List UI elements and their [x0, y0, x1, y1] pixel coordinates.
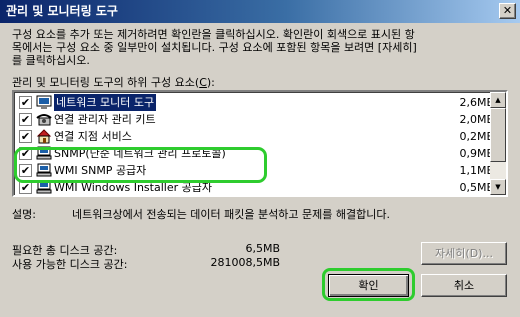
checkbox[interactable]: ✔ — [19, 96, 32, 109]
monitor-icon — [36, 95, 52, 109]
required-space-value: 6,5MB — [245, 242, 280, 255]
item-name: 연결 관리자 관리 키트 — [54, 113, 156, 126]
instructions-text: 구성 요소를 추가 또는 제거하려면 확인란을 클릭하십시오. 확인란이 회색으… — [12, 28, 417, 67]
description-text: 네트워크상에서 전송되는 데이터 패킷을 분석하고 문제를 해결합니다. — [72, 208, 390, 221]
available-space-label: 사용 가능한 디스크 공간: — [12, 258, 128, 271]
title-bar: 관리 및 모니터링 도구 ✕ — [0, 0, 520, 23]
house-icon — [36, 129, 52, 144]
checkbox[interactable]: ✔ — [19, 130, 32, 143]
item-size: 0,9MB — [459, 147, 494, 160]
subcomponents-label-prefix: 관리 및 모니터링 도구의 하위 구성 요소( — [12, 76, 200, 89]
list-scrollbar[interactable]: ▲ ▼ — [490, 92, 506, 195]
list-item[interactable]: ✔ 네트워크 모니터 도구 2,6MB — [16, 94, 494, 111]
cancel-button[interactable]: 취소 — [421, 274, 507, 297]
description-label: 설명: — [12, 208, 36, 221]
item-size: 1,1MB — [459, 164, 494, 177]
item-size: 2,0MB — [459, 113, 494, 126]
subcomponents-label: 관리 및 모니터링 도구의 하위 구성 요소(C): — [12, 74, 215, 90]
details-button[interactable]: 자세히(D)... — [421, 242, 507, 265]
subcomponents-label-key: C — [199, 76, 207, 89]
item-size: 2,6MB — [459, 96, 494, 109]
close-button[interactable]: ✕ — [499, 3, 516, 19]
scroll-down-button[interactable]: ▼ — [490, 179, 506, 195]
highlight-box-ok — [322, 268, 415, 301]
highlight-box-snmp-items — [14, 147, 267, 183]
list-item[interactable]: ✔ 연결 지점 서비스 0,2MB — [16, 128, 494, 145]
item-size: 0,5MB — [459, 181, 494, 194]
item-name: 네트워크 모니터 도구 — [54, 94, 157, 111]
phone-icon — [36, 114, 52, 126]
list-item[interactable]: ✔ 연결 관리자 관리 키트 2,0MB — [16, 111, 494, 128]
subcomponents-label-suffix: ): — [206, 76, 215, 89]
scroll-thumb[interactable] — [490, 108, 506, 162]
scroll-up-button[interactable]: ▲ — [490, 92, 506, 108]
checkbox[interactable]: ✔ — [19, 113, 32, 126]
item-name: 연결 지점 서비스 — [54, 130, 132, 143]
available-space-value: 281008,5MB — [210, 256, 280, 269]
item-size: 0,2MB — [459, 130, 494, 143]
window-title: 관리 및 모니터링 도구 — [6, 4, 118, 18]
